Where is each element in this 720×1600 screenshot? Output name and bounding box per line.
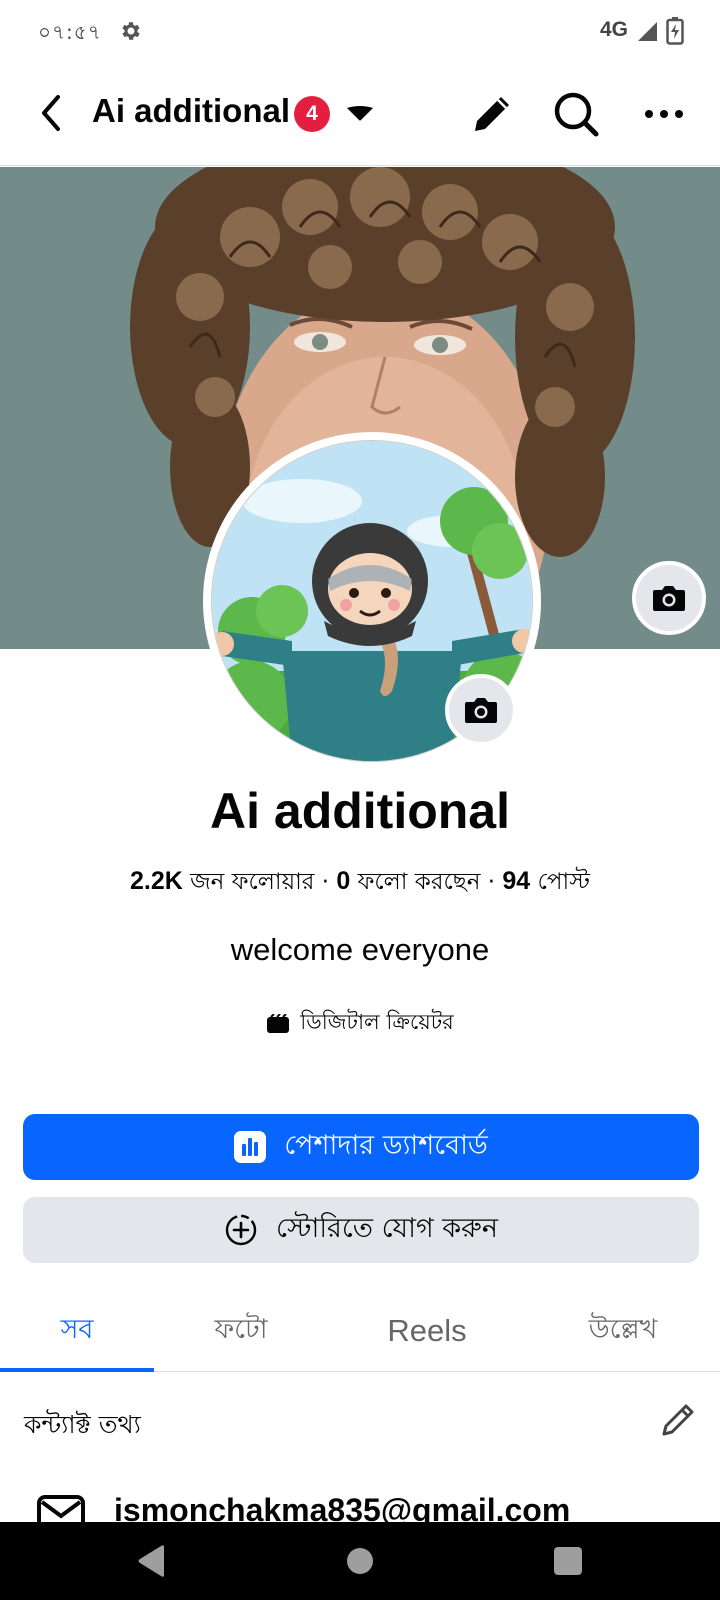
edit-cover-photo-button[interactable] xyxy=(632,561,706,635)
profile-tabs: সব ফটো Reels উল্লেখ xyxy=(0,1290,720,1372)
pencil-outline-icon xyxy=(662,1404,694,1436)
profile-switch-dropdown[interactable] xyxy=(340,94,380,134)
nav-home-button[interactable] xyxy=(330,1536,390,1586)
category-label: ডিজিটাল ক্রিয়েটর xyxy=(300,1010,454,1034)
followers-label[interactable]: জন ফলোয়ার · xyxy=(183,869,337,895)
gear-icon xyxy=(122,22,140,40)
tab-mentions-label: উল্লেখ xyxy=(588,1313,658,1345)
active-tab-indicator xyxy=(0,1368,154,1372)
tab-reels-label: Reels xyxy=(387,1313,467,1348)
following-label[interactable]: ফলো করছেন · xyxy=(350,869,502,895)
camera-icon xyxy=(465,698,497,723)
search-button[interactable] xyxy=(548,86,604,142)
nav-home-icon xyxy=(347,1548,373,1574)
profile-category: ডিজিটাল ক্রিয়েটর xyxy=(0,1006,720,1041)
edit-profile-picture-button[interactable] xyxy=(445,674,517,746)
network-label: 4G xyxy=(600,18,629,41)
more-options-button[interactable] xyxy=(636,86,692,142)
profile-stats: 2.2K জন ফলোয়ার · 0 ফলো করছেন · 94 পোস্ট xyxy=(0,863,720,902)
add-story-label: স্টোরিতে যোগ করুন xyxy=(276,1212,498,1244)
edit-profile-button[interactable] xyxy=(464,86,520,142)
system-nav-bar xyxy=(0,1522,720,1600)
dashboard-chart-icon xyxy=(234,1131,267,1163)
nav-back-icon xyxy=(138,1545,164,1577)
status-time: ০৭:৫৭ xyxy=(38,20,102,44)
back-arrow-icon xyxy=(42,95,60,131)
posts-label: পোস্ট xyxy=(530,869,590,895)
tab-photos[interactable]: ফটো xyxy=(154,1290,328,1372)
add-circle-icon xyxy=(225,1214,257,1246)
profile-bio: welcome everyone xyxy=(230,932,490,967)
more-icon xyxy=(645,110,683,118)
professional-dashboard-button[interactable]: পেশাদার ড্যাশবোর্ড xyxy=(23,1114,699,1180)
dropdown-caret-icon xyxy=(347,106,373,121)
nav-recents-icon xyxy=(554,1547,582,1575)
profile-name: Ai additional xyxy=(210,783,510,839)
add-to-story-button[interactable]: স্টোরিতে যোগ করুন xyxy=(23,1197,699,1263)
notification-badge[interactable]: 4 xyxy=(294,96,330,132)
header-title[interactable]: Ai additional xyxy=(92,92,290,130)
edit-contact-button[interactable] xyxy=(656,1398,700,1442)
followers-count[interactable]: 2.2K xyxy=(130,867,183,895)
battery-icon xyxy=(666,17,684,45)
contact-info-heading: কন্ট্যাক্ট তথ্য xyxy=(24,1410,141,1439)
nav-back-button[interactable] xyxy=(122,1536,182,1586)
back-button[interactable] xyxy=(26,88,76,138)
tab-reels[interactable]: Reels xyxy=(328,1290,526,1372)
following-count[interactable]: 0 xyxy=(336,867,350,895)
tab-all[interactable]: সব xyxy=(0,1290,154,1372)
posts-count: 94 xyxy=(502,867,531,895)
dashboard-label: পেশাদার ড্যাশবোর্ড xyxy=(284,1129,488,1161)
tab-mentions[interactable]: উল্লেখ xyxy=(526,1290,720,1372)
nav-recents-button[interactable] xyxy=(538,1536,598,1586)
search-icon xyxy=(554,92,599,137)
signal-icon xyxy=(638,22,657,41)
tab-all-label: সব xyxy=(60,1313,94,1345)
clapperboard-icon xyxy=(267,1013,290,1033)
profile-header: Ai additional 4 xyxy=(0,62,720,166)
pencil-icon xyxy=(475,97,509,131)
status-bar: ০৭:৫৭ 4G xyxy=(0,0,720,62)
camera-icon xyxy=(653,586,685,611)
tab-photos-label: ফটো xyxy=(214,1313,268,1345)
